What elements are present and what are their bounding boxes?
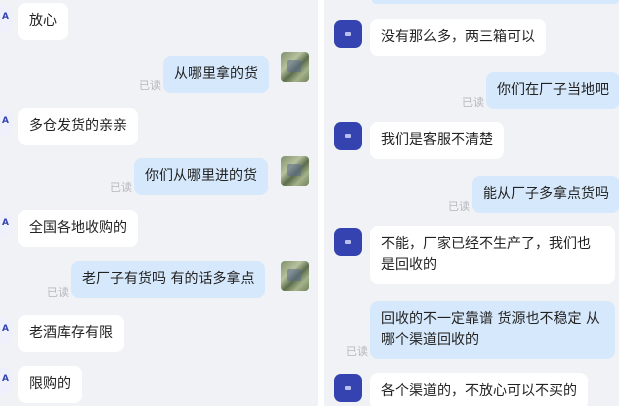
shop-avatar[interactable] [334,228,362,256]
right-chat-panel: 没有那么多，两三箱可以 你们在厂子当地吧 已读 我们是客服不清楚 能从厂子多拿点… [324,0,619,406]
incoming-message-bubble[interactable]: 不能，厂家已经不生产了，我们也是回收的 [370,226,615,284]
shop-avatar[interactable]: A [0,6,12,32]
shop-avatar[interactable]: A [0,110,12,136]
outgoing-message-bubble[interactable]: 你们从哪里进的货 [134,158,268,195]
incoming-message-bubble[interactable]: 多仓发货的亲亲 [18,108,138,145]
incoming-message-bubble[interactable]: 我们是客服不清楚 [370,122,504,159]
incoming-message-bubble[interactable]: 老酒库存有限 [18,315,124,352]
outgoing-message-bubble[interactable]: 老厂子有货吗 有的话多拿点 [71,261,266,298]
outgoing-message-bubble[interactable]: 回收的不一定靠谱 货源也不稳定 从哪个渠道回收的 [370,301,615,359]
left-chat-panel: A 放心 从哪里拿的货 已读 A 多仓发货的亲亲 你们从哪里进的货 已读 A 全… [0,0,318,406]
incoming-message-bubble[interactable]: 没有那么多，两三箱可以 [370,19,546,56]
outgoing-message-bubble[interactable]: 能从厂子多拿点货吗 [472,176,619,213]
outgoing-message-bubble-cropped [372,0,619,4]
shop-avatar[interactable]: A [0,368,12,394]
read-status: 已读 [346,345,368,358]
incoming-message-bubble[interactable]: 放心 [18,3,68,40]
chat-screenshot-composite: A 放心 从哪里拿的货 已读 A 多仓发货的亲亲 你们从哪里进的货 已读 A 全… [0,0,619,406]
read-status: 已读 [47,286,69,299]
shop-avatar[interactable]: A [0,318,12,344]
shop-avatar[interactable] [334,20,362,48]
incoming-message-bubble[interactable]: 全国各地收购的 [18,210,138,247]
outgoing-message-bubble[interactable]: 你们在厂子当地吧 [486,72,619,109]
shop-avatar[interactable]: A [0,212,12,238]
read-status: 已读 [462,96,484,109]
read-status: 已读 [110,181,132,194]
outgoing-message-bubble[interactable]: 从哪里拿的货 [163,56,269,93]
read-status: 已读 [139,79,161,92]
user-avatar[interactable] [281,156,309,186]
incoming-message-bubble[interactable]: 各个渠道的，不放心可以不买的 [370,373,588,406]
read-status: 已读 [448,200,470,213]
incoming-message-bubble[interactable]: 限购的 [18,366,82,403]
user-avatar[interactable] [281,261,309,291]
shop-avatar[interactable] [334,374,362,402]
user-avatar[interactable] [281,52,309,82]
shop-avatar[interactable] [334,122,362,150]
